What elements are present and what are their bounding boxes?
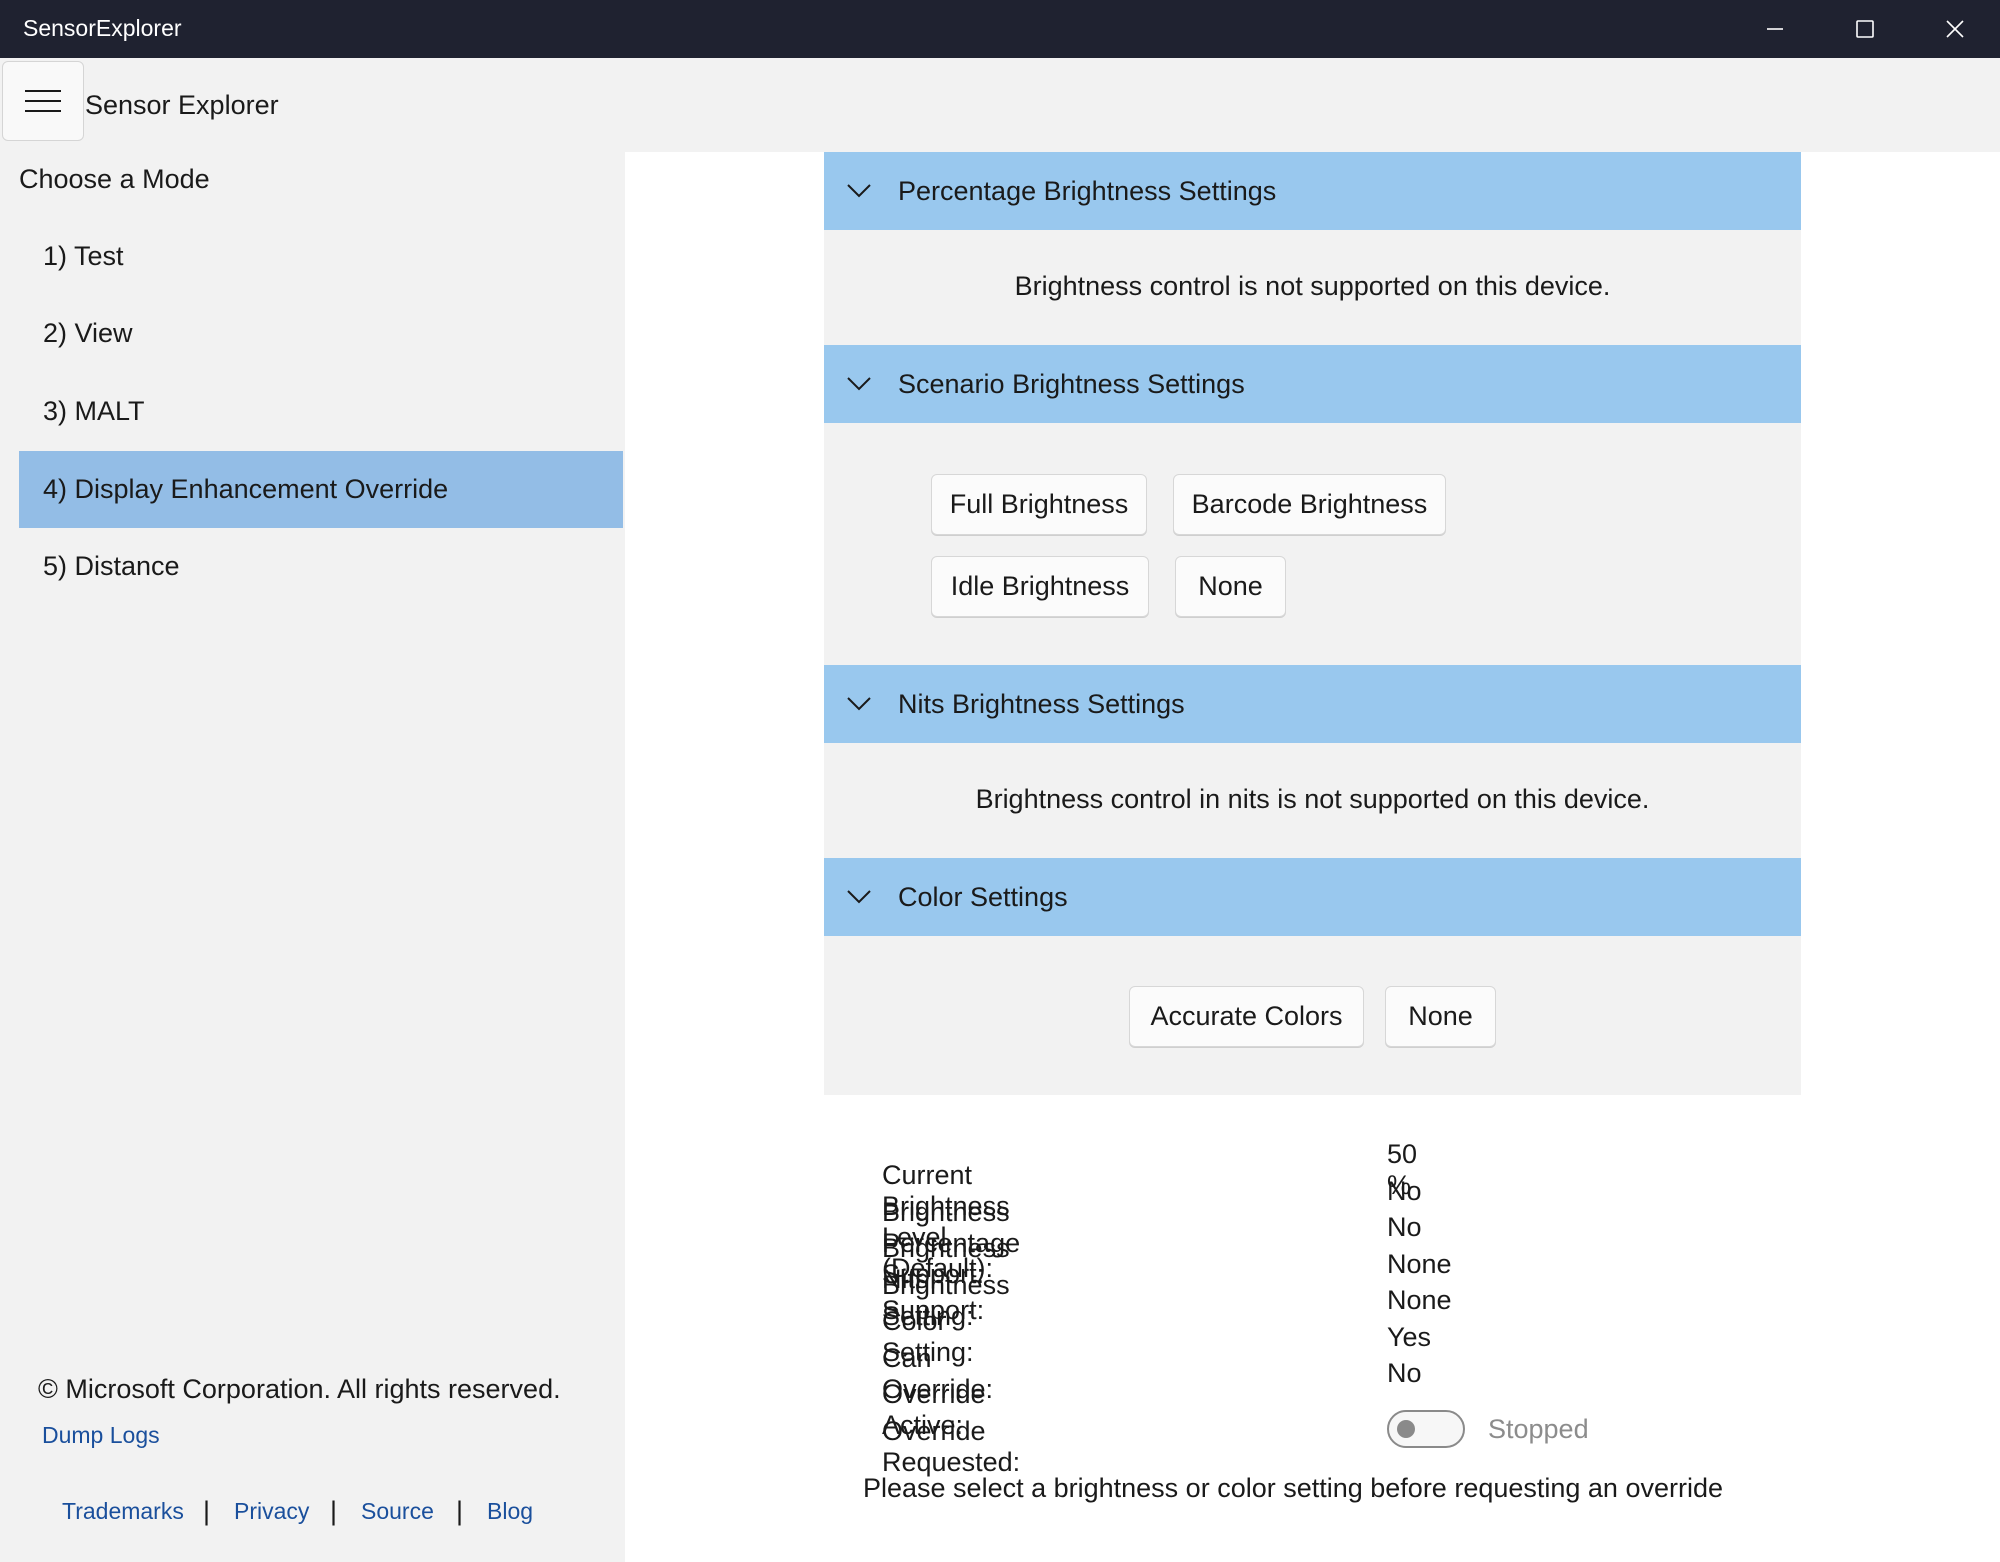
link-separator: | [456,1496,464,1526]
accurate-colors-button[interactable]: Accurate Colors [1129,986,1364,1047]
color-setting-value: None [1387,1285,1452,1315]
section-title: Nits Brightness Settings [898,688,1185,719]
nav-item-display-enhancement-override[interactable]: 4) Display Enhancement Override [19,451,623,528]
full-brightness-button[interactable]: Full Brightness [931,474,1147,535]
settings-panel: Percentage Brightness Settings Brightnes… [824,152,1801,1095]
choose-mode-heading: Choose a Mode [19,164,210,194]
blog-link[interactable]: Blog [487,1498,533,1525]
nits-support-value: No [1387,1212,1422,1242]
chevron-down-icon [847,377,871,391]
hamburger-icon [25,90,61,112]
brightness-setting-value: None [1387,1249,1452,1279]
chevron-down-icon [847,697,871,711]
nits-brightness-header[interactable]: Nits Brightness Settings [824,665,1801,743]
menu-toggle-button[interactable] [2,61,84,141]
nav-item-view[interactable]: 2) View [19,295,623,372]
navigation-pane: Sensor Explorer Choose a Mode 1) Test 2)… [0,58,625,1562]
minimize-icon [1767,28,1783,30]
chevron-down-icon [847,890,871,904]
title-bar: SensorExplorer [0,0,2000,58]
app-title: Sensor Explorer [85,90,279,120]
nav-item-malt[interactable]: 3) MALT [19,373,623,450]
nits-unsupported-message: Brightness control in nits is not suppor… [975,784,1650,814]
override-hint-text: Please select a brightness or color sett… [863,1473,1723,1503]
barcode-brightness-button[interactable]: Barcode Brightness [1173,474,1446,535]
scenario-brightness-header[interactable]: Scenario Brightness Settings [824,345,1801,423]
idle-brightness-button[interactable]: Idle Brightness [931,556,1149,617]
override-requested-label: Override Requested: [882,1416,1021,1477]
toggle-knob [1397,1420,1415,1438]
copyright-text: © Microsoft Corporation. All rights rese… [38,1374,561,1404]
privacy-link[interactable]: Privacy [234,1498,309,1525]
percentage-brightness-header[interactable]: Percentage Brightness Settings [824,152,1801,230]
percentage-support-value: No [1387,1176,1422,1206]
section-title: Scenario Brightness Settings [898,368,1245,399]
scenario-none-button[interactable]: None [1175,556,1286,617]
main-header-area [625,58,2000,152]
nav-item-label: 1) Test [43,241,124,271]
nav-item-distance[interactable]: 5) Distance [19,528,623,605]
maximize-icon [1856,20,1874,38]
window-title: SensorExplorer [23,15,182,41]
nav-item-test[interactable]: 1) Test [19,218,623,295]
trademarks-link[interactable]: Trademarks [62,1498,184,1525]
override-requested-toggle[interactable] [1387,1410,1465,1448]
nav-item-label: 3) MALT [43,396,145,426]
source-link[interactable]: Source [361,1498,434,1525]
close-button[interactable] [1910,0,2000,58]
override-toggle-state: Stopped [1488,1414,1589,1444]
link-separator: | [203,1496,211,1526]
section-title: Percentage Brightness Settings [898,175,1277,206]
color-none-button[interactable]: None [1385,986,1496,1047]
app-window: SensorExplorer Sensor Explorer Choose a … [0,0,2000,1562]
minimize-button[interactable] [1730,0,1820,58]
percentage-unsupported-message: Brightness control is not supported on t… [1014,271,1611,301]
section-title: Color Settings [898,881,1068,912]
link-separator: | [330,1496,338,1526]
override-active-value: No [1387,1358,1422,1388]
chevron-down-icon [847,184,871,198]
dump-logs-link[interactable]: Dump Logs [42,1422,160,1449]
nav-item-label: 5) Distance [43,551,180,581]
color-settings-header[interactable]: Color Settings [824,858,1801,936]
can-override-value: Yes [1387,1322,1432,1352]
nav-item-label: 4) Display Enhancement Override [43,474,449,504]
close-icon [1946,20,1964,38]
nav-item-label: 2) View [43,318,133,348]
maximize-button[interactable] [1820,0,1910,58]
